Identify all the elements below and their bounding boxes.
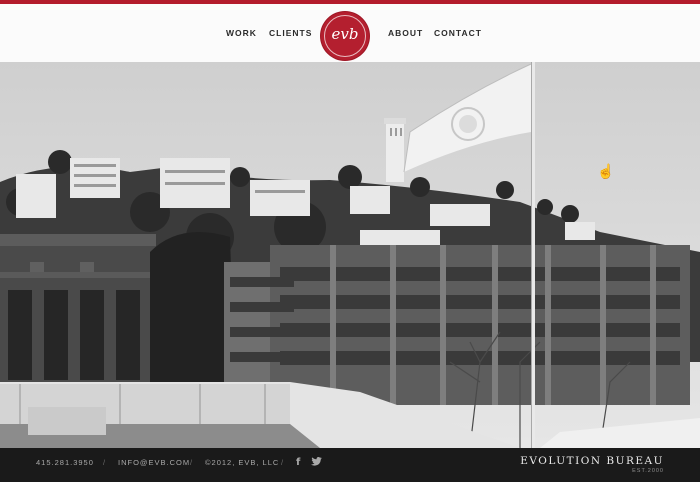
hero-photo: ☝ xyxy=(0,62,700,448)
twitter-icon[interactable] xyxy=(311,457,322,469)
hand-cursor-icon: ☝ xyxy=(597,163,615,179)
footer-separator: / xyxy=(281,458,284,467)
footer-est: EST.2000 xyxy=(632,468,664,474)
footer-copyright: ©2012, EVB, LLC xyxy=(205,458,280,467)
footer-separator: / xyxy=(103,458,106,467)
site-header: WORK CLIENTS evb ABOUT CONTACT xyxy=(0,4,700,63)
nav-work[interactable]: WORK xyxy=(226,28,257,38)
city-scene-illustration xyxy=(0,62,700,448)
facebook-icon[interactable]: f xyxy=(296,457,300,468)
site-footer: 415.281.3950 / INFO@EVB.COM / ©2012, EVB… xyxy=(0,448,700,482)
nav-contact[interactable]: CONTACT xyxy=(434,28,482,38)
footer-separator: / xyxy=(190,458,193,467)
logo-text: evb xyxy=(331,25,359,43)
footer-phone[interactable]: 415.281.3950 xyxy=(36,458,94,467)
nav-clients[interactable]: CLIENTS xyxy=(269,28,312,38)
footer-brand: EVOLUTION BUREAU xyxy=(520,455,664,467)
nav-about[interactable]: ABOUT xyxy=(388,28,423,38)
evb-logo[interactable]: evb xyxy=(321,12,369,60)
footer-email[interactable]: INFO@EVB.COM xyxy=(118,458,190,467)
